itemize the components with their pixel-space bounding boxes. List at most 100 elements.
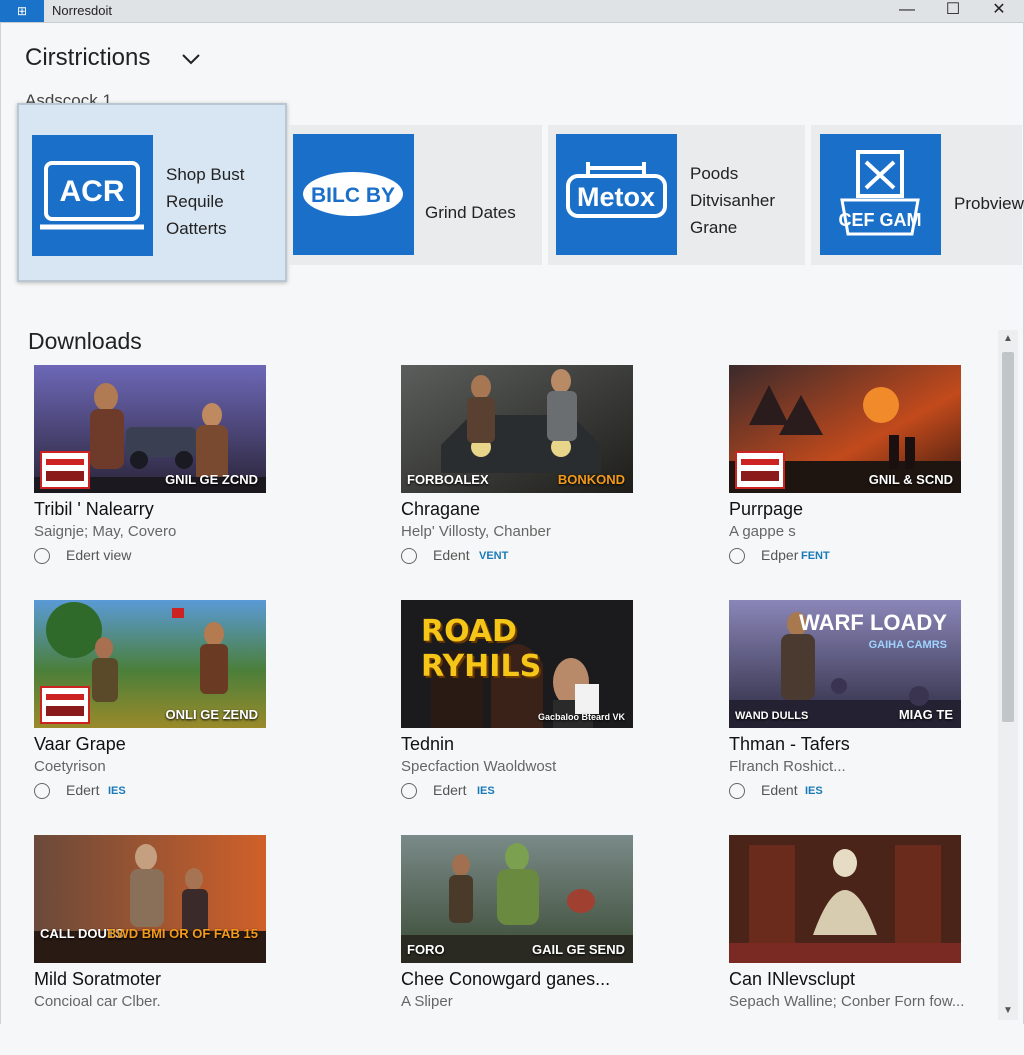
download-card[interactable]: GNIL GE ZCND Tribil ' Nalearry Saignje; … bbox=[34, 365, 334, 585]
download-card[interactable]: GNIL & SCND Purrpage A gappe s Edper FEN… bbox=[729, 365, 1024, 585]
game-subtitle: Coetyrison bbox=[34, 758, 106, 775]
featured-tile-4[interactable]: CEF GAM Probview bbox=[811, 125, 1024, 265]
thumbnail-caption: ONLI GE ZEND bbox=[165, 707, 258, 722]
featured-line: Grind Dates bbox=[425, 203, 516, 222]
game-subtitle: Specfaction Waoldwost bbox=[401, 758, 557, 775]
info-icon bbox=[34, 548, 50, 564]
game-title[interactable]: Mild Soratmoter bbox=[34, 969, 161, 990]
thumbnail-headline: ROAD RYHILS bbox=[421, 614, 542, 684]
download-card[interactable]: CALL DOUTS BWD BMI OR OF FAB 15 Mild Sor… bbox=[34, 835, 334, 1055]
game-rating-badge bbox=[40, 451, 90, 489]
minimize-button[interactable]: — bbox=[884, 0, 930, 22]
game-title[interactable]: Can INlevsclupt bbox=[729, 969, 855, 990]
action-label: Edert bbox=[66, 782, 100, 798]
download-card[interactable]: WARF LOADY GAIHA CAMRS WAND DULLS MIAG T… bbox=[729, 600, 1024, 820]
download-card[interactable]: ROAD RYHILS Gacbaloo Bteard VK Tednin Sp… bbox=[401, 600, 701, 820]
download-card[interactable]: Can INlevsclupt Sepach Walline; Conber F… bbox=[729, 835, 1024, 1055]
featured-logo-text-1: ACR bbox=[60, 175, 125, 208]
game-thumbnail[interactable]: FORBOALEX BONKOND bbox=[401, 365, 633, 493]
game-title[interactable]: Chee Conowgard ganes... bbox=[401, 969, 610, 990]
game-thumbnail[interactable]: GNIL GE ZCND bbox=[34, 365, 266, 493]
featured-tile-2[interactable]: BILC BY Grind Dates bbox=[289, 125, 542, 265]
headline-subtext: GAIHA CAMRS bbox=[868, 639, 947, 651]
game-subtitle: A Sliper bbox=[401, 993, 453, 1010]
maximize-button[interactable]: ☐ bbox=[930, 0, 976, 22]
action-tag: IES bbox=[108, 785, 126, 797]
featured-tile-1[interactable]: ACR Shop Bust Requile Oatterts bbox=[17, 103, 287, 282]
thumbnail-caption: BWD BMI OR OF FAB 15 bbox=[107, 926, 258, 941]
scroll-up-icon[interactable]: ▲ bbox=[998, 330, 1018, 348]
thumbnail-headline: WARF LOADY GAIHA CAMRS bbox=[799, 612, 947, 656]
game-subtitle: Concioal car Clber. bbox=[34, 993, 161, 1010]
title-bar: ⊞ Norresdoit — ☐ ✕ bbox=[0, 0, 1024, 23]
thumbnail-caption: Gacbaloo Bteard VK bbox=[537, 712, 625, 722]
game-thumbnail[interactable] bbox=[729, 835, 961, 963]
window-title: Norresdoit bbox=[52, 3, 112, 18]
game-title[interactable]: Purrpage bbox=[729, 499, 803, 520]
info-icon bbox=[34, 783, 50, 799]
featured-line: Grane bbox=[690, 218, 738, 237]
action-label: Edert bbox=[433, 782, 467, 798]
featured-logo-text-2: BILC BY bbox=[311, 184, 395, 207]
game-subtitle: Help' Villosty, Chanber bbox=[401, 523, 551, 540]
info-icon bbox=[401, 783, 417, 799]
thumbnail-caption: BONKOND bbox=[557, 472, 625, 487]
section-title[interactable]: Cirstrictions bbox=[25, 44, 150, 72]
info-icon bbox=[729, 548, 745, 564]
headline-text: WARF LOADY bbox=[799, 610, 947, 635]
game-thumbnail[interactable]: GNIL & SCND bbox=[729, 365, 961, 493]
featured-line: Shop Bust bbox=[166, 165, 245, 184]
thumbnail-caption: GNIL & SCND bbox=[868, 472, 953, 487]
thumbnail-caption: GAIL GE SEND bbox=[532, 942, 625, 957]
game-title[interactable]: Tribil ' Nalearry bbox=[34, 499, 154, 520]
featured-logo-4: CEF GAM bbox=[820, 134, 941, 255]
downloads-title: Downloads bbox=[28, 328, 142, 354]
info-icon bbox=[729, 783, 745, 799]
action-tag: IES bbox=[805, 785, 823, 797]
action-label: Edper bbox=[761, 547, 799, 563]
game-thumbnail[interactable]: CALL DOUTS BWD BMI OR OF FAB 15 bbox=[34, 835, 266, 963]
app-icon: ⊞ bbox=[0, 0, 44, 22]
download-card[interactable]: FORBOALEX BONKOND Chragane Help' Villost… bbox=[401, 365, 701, 585]
featured-logo-text-3: Metox bbox=[577, 182, 655, 212]
game-thumbnail[interactable]: FORO GAIL GE SEND bbox=[401, 835, 633, 963]
game-thumbnail[interactable]: ONLI GE ZEND bbox=[34, 600, 266, 728]
game-thumbnail[interactable]: ROAD RYHILS Gacbaloo Bteard VK bbox=[401, 600, 633, 728]
thumbnail-caption: FORBOALEX bbox=[407, 472, 489, 487]
featured-text-4: Probview bbox=[954, 190, 1024, 217]
download-card[interactable]: FORO GAIL GE SEND Chee Conowgard ganes..… bbox=[401, 835, 701, 1055]
thumbnail-caption: WAND DULLS bbox=[735, 710, 809, 722]
featured-logo-text-4: CEF GAM bbox=[839, 210, 922, 230]
chevron-down-icon[interactable] bbox=[180, 48, 202, 70]
featured-tile-3[interactable]: Metox Poods Ditvisanher Grane bbox=[548, 125, 805, 265]
thumbnail-caption: FORO bbox=[407, 942, 445, 957]
featured-logo-2: BILC BY bbox=[293, 134, 414, 255]
game-rating-badge bbox=[735, 451, 785, 489]
close-button[interactable]: ✕ bbox=[976, 0, 1022, 22]
thumbnail-caption: GNIL GE ZCND bbox=[165, 472, 258, 487]
game-subtitle: Saignje; May, Covero bbox=[34, 523, 177, 540]
featured-line: Probview bbox=[954, 194, 1024, 213]
game-rating-badge bbox=[40, 686, 90, 724]
thumbnail-caption: MIAG TE bbox=[898, 707, 953, 722]
featured-text-1: Shop Bust Requile Oatterts bbox=[166, 161, 244, 242]
featured-line: Oatterts bbox=[166, 219, 227, 238]
game-title[interactable]: Vaar Grape bbox=[34, 734, 126, 755]
action-label: Edert view bbox=[66, 547, 132, 563]
action-label: Edent bbox=[761, 782, 798, 798]
game-subtitle: Sepach Walline; Conber Forn fow... bbox=[729, 993, 965, 1010]
action-tag: FENT bbox=[801, 550, 830, 562]
game-subtitle: Flranch Roshict... bbox=[729, 758, 846, 775]
game-title[interactable]: Thman - Tafers bbox=[729, 734, 850, 755]
featured-line: Requile bbox=[166, 192, 224, 211]
featured-logo-3: Metox bbox=[556, 134, 677, 255]
download-card[interactable]: ONLI GE ZEND Vaar Grape Coetyrison Edert… bbox=[34, 600, 334, 820]
featured-logo-1: ACR bbox=[32, 135, 153, 256]
action-tag: VENT bbox=[479, 550, 509, 562]
featured-text-2: Grind Dates bbox=[425, 199, 516, 226]
game-title[interactable]: Chragane bbox=[401, 499, 480, 520]
action-tag: IES bbox=[477, 785, 495, 797]
game-title[interactable]: Tednin bbox=[401, 734, 454, 755]
game-thumbnail[interactable]: WARF LOADY GAIHA CAMRS WAND DULLS MIAG T… bbox=[729, 600, 961, 728]
action-label: Edent bbox=[433, 547, 470, 563]
